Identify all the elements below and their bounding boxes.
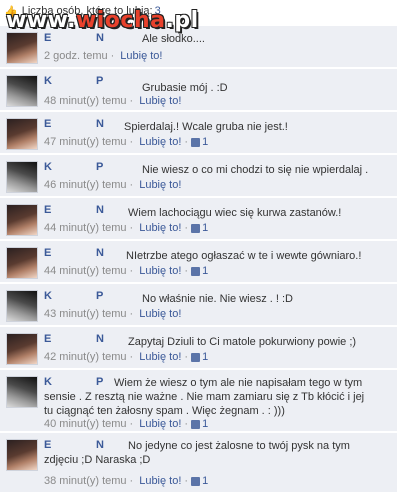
- comment-meta: 44 minut(y) temu · Lubię to! · 1: [44, 265, 209, 277]
- comment-meta: 44 minut(y) temu · Lubię to! · 1: [44, 222, 209, 234]
- comment-item: K P No właśnie nie. Nie wiesz . ! :D 43 …: [0, 284, 397, 326]
- author-last-name[interactable]: N: [96, 247, 104, 259]
- comment-item: E N Spierdalaj.! Wcale gruba nie jest.! …: [0, 112, 397, 154]
- thumbs-up-icon: [191, 137, 201, 147]
- avatar[interactable]: [6, 204, 38, 236]
- thumbs-up-icon: [191, 419, 201, 429]
- like-count-value: 1: [202, 475, 209, 487]
- comment-item: K P Nie wiesz o co mi chodzi to się nie …: [0, 155, 397, 197]
- comment-text: Grubasie mój . :D: [142, 82, 228, 94]
- author-first-name[interactable]: K: [44, 75, 52, 87]
- comment-item: E N NIetrzbe atego ogłaszać w te i wewte…: [0, 241, 397, 283]
- like-count-value: 1: [202, 222, 209, 234]
- like-button[interactable]: Lubię to!: [139, 351, 181, 363]
- comment-timestamp: 48 minut(y) temu: [44, 95, 127, 107]
- comment-meta: 48 minut(y) temu · Lubię to!: [44, 95, 182, 107]
- author-first-name[interactable]: E: [44, 333, 51, 345]
- author-first-name[interactable]: E: [44, 204, 51, 216]
- like-button[interactable]: Lubię to!: [139, 265, 181, 277]
- comment-item: K P Wiem że wiesz o tym ale nie napisała…: [0, 370, 397, 432]
- thumbs-up-icon: [191, 223, 201, 233]
- like-count[interactable]: 1: [191, 418, 208, 430]
- comment-timestamp: 42 minut(y) temu: [44, 351, 127, 363]
- like-button[interactable]: Lubię to!: [139, 136, 181, 148]
- thumbs-up-icon: [191, 476, 201, 486]
- comment-text: Wiem że wiesz o tym ale nie napisałam te…: [44, 377, 365, 417]
- avatar[interactable]: [6, 290, 38, 322]
- author-last-name[interactable]: P: [96, 161, 103, 173]
- like-button[interactable]: Lubię to!: [139, 418, 181, 430]
- author-first-name[interactable]: K: [44, 161, 52, 173]
- comment-meta: 47 minut(y) temu · Lubię to! · 1: [44, 136, 209, 148]
- author-first-name[interactable]: E: [44, 118, 51, 130]
- comment-timestamp: 2 godz. temu: [44, 50, 108, 62]
- like-count[interactable]: 1: [191, 265, 208, 277]
- comment-text: Zapytaj Dziuli to Ci matole pokurwiony p…: [128, 336, 357, 348]
- avatar[interactable]: [6, 32, 38, 64]
- comment-item: E N Wiem lachociągu wiec się kurwa zasta…: [0, 198, 397, 240]
- comment-item: K P Grubasie mój . :D 48 minut(y) temu ·…: [0, 69, 397, 111]
- comment-text: No właśnie nie. Nie wiesz . ! :D: [142, 293, 293, 305]
- comment-meta: 42 minut(y) temu · Lubię to! · 1: [44, 351, 209, 363]
- like-count[interactable]: 1: [191, 475, 208, 487]
- like-button[interactable]: Lubię to!: [120, 50, 162, 62]
- like-button[interactable]: Lubię to!: [139, 95, 181, 107]
- comment-timestamp: 43 minut(y) temu: [44, 308, 127, 320]
- author-last-name[interactable]: N: [96, 118, 104, 130]
- comment-timestamp: 44 minut(y) temu: [44, 222, 127, 234]
- comment-text: Spierdalaj.! Wcale gruba nie jest.!: [124, 121, 288, 133]
- like-count-value: 1: [202, 265, 209, 277]
- like-count[interactable]: 1: [191, 136, 208, 148]
- author-last-name[interactable]: N: [96, 204, 104, 216]
- author-first-name[interactable]: E: [44, 32, 51, 44]
- avatar[interactable]: [6, 118, 38, 150]
- author-first-name[interactable]: E: [44, 247, 51, 259]
- avatar[interactable]: [6, 333, 38, 365]
- like-count[interactable]: 1: [191, 222, 208, 234]
- comment-item: E N Zapytaj Dziuli to Ci matole pokurwio…: [0, 327, 397, 369]
- comment-meta: 40 minut(y) temu · Lubię to! · 1: [44, 418, 209, 430]
- comment-meta: 43 minut(y) temu · Lubię to!: [44, 308, 182, 320]
- comment-timestamp: 40 minut(y) temu: [44, 418, 127, 430]
- comment-text: Ale słodko....: [142, 33, 205, 45]
- like-button[interactable]: Lubię to!: [139, 475, 181, 487]
- like-count[interactable]: 1: [191, 351, 208, 363]
- comment-meta: 2 godz. temu · Lubię to!: [44, 50, 163, 62]
- like-count-value: 1: [202, 136, 209, 148]
- like-button[interactable]: Lubię to!: [139, 222, 181, 234]
- like-count-value: 1: [202, 351, 209, 363]
- comment-meta: 46 minut(y) temu · Lubię to!: [44, 179, 182, 191]
- comment-text: No jedyne co jest żalosne to twój pysk n…: [44, 440, 350, 466]
- like-button[interactable]: Lubię to!: [139, 179, 181, 191]
- watermark-suffix: .pl: [165, 8, 199, 33]
- author-last-name[interactable]: N: [96, 32, 104, 44]
- like-count-value: 1: [202, 418, 209, 430]
- avatar[interactable]: [6, 161, 38, 193]
- watermark-prefix: www.: [6, 8, 76, 33]
- avatar[interactable]: [6, 439, 38, 471]
- comment-timestamp: 46 minut(y) temu: [44, 179, 127, 191]
- author-first-name[interactable]: K: [44, 290, 52, 302]
- comment-timestamp: 47 minut(y) temu: [44, 136, 127, 148]
- avatar[interactable]: [6, 75, 38, 107]
- like-button[interactable]: Lubię to!: [139, 308, 181, 320]
- watermark-accent: wiocha: [75, 8, 166, 33]
- site-watermark: www.wiocha.pl: [6, 8, 199, 33]
- comment-text: Nie wiesz o co mi chodzi to się nie wpie…: [142, 164, 369, 176]
- thumbs-up-icon: [191, 266, 201, 276]
- comment-text: NIetrzbe atego ogłaszać w te i wewte gów…: [126, 250, 362, 262]
- comment-timestamp: 38 minut(y) temu: [44, 475, 127, 487]
- thumbs-up-icon: [191, 352, 201, 362]
- author-last-name[interactable]: P: [96, 75, 103, 87]
- avatar[interactable]: [6, 247, 38, 279]
- avatar[interactable]: [6, 376, 38, 408]
- comment-timestamp: 44 minut(y) temu: [44, 265, 127, 277]
- comment-text: Wiem lachociągu wiec się kurwa zastanów.…: [128, 207, 342, 219]
- author-last-name[interactable]: P: [96, 290, 103, 302]
- comment-item: E N No jedyne co jest żalosne to twój py…: [0, 433, 397, 493]
- author-last-name[interactable]: N: [96, 333, 104, 345]
- comment-meta: 38 minut(y) temu · Lubię to! · 1: [44, 475, 209, 487]
